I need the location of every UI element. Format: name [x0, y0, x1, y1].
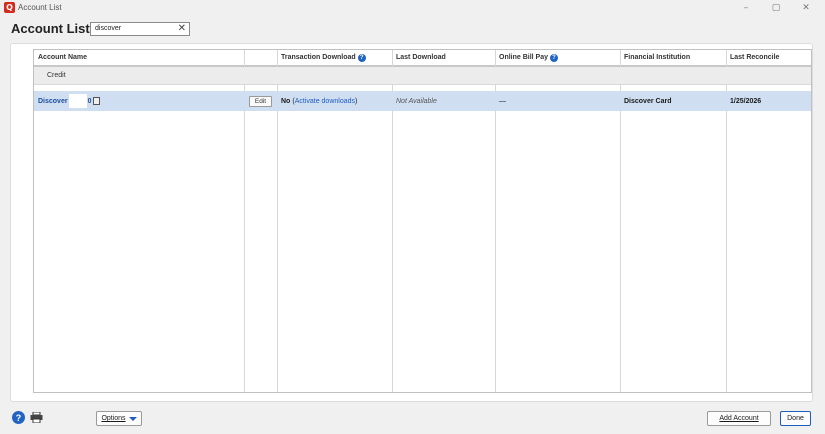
window-title: Account List: [18, 3, 62, 12]
options-label: Options: [101, 415, 126, 422]
search-input[interactable]: discover ✕: [90, 22, 190, 36]
search-value: discover: [95, 25, 122, 32]
bill-pay-cell: —: [499, 97, 506, 105]
column-header-last-download[interactable]: Last Download: [392, 50, 495, 66]
column-header-edit: [244, 50, 277, 66]
print-icon[interactable]: [30, 412, 43, 423]
account-grid: Account Name Transaction Download? Last …: [33, 49, 812, 393]
last-download-cell: Not Available: [396, 97, 437, 105]
done-label: Done: [787, 415, 804, 422]
transaction-download-cell: No (Activate downloads): [281, 97, 358, 105]
add-account-button[interactable]: Add Account: [707, 411, 771, 426]
account-suffix: 0: [87, 97, 92, 105]
minimize-icon[interactable]: –: [733, 1, 759, 15]
restore-icon[interactable]: ▢: [763, 1, 789, 15]
column-header-transaction-download[interactable]: Transaction Download?: [277, 50, 392, 66]
help-icon[interactable]: ?: [12, 411, 25, 424]
edit-button[interactable]: Edit: [248, 95, 273, 107]
column-header-last-reconcile[interactable]: Last Reconcile: [726, 50, 811, 66]
options-button[interactable]: Options: [96, 411, 142, 426]
institution-cell: Discover Card: [624, 97, 672, 105]
last-reconcile-cell: 1/25/2026: [730, 97, 762, 105]
add-account-label: Add Account: [719, 415, 759, 422]
column-header-account-name[interactable]: Account Name: [34, 50, 244, 66]
edit-cell: Edit: [244, 91, 277, 111]
chevron-down-icon: [128, 416, 137, 421]
activate-downloads-link[interactable]: Activate downloads: [295, 98, 355, 105]
table-row[interactable]: Discover 0 Edit No (Activate downloads) …: [34, 91, 811, 111]
done-button[interactable]: Done: [780, 411, 811, 426]
clear-search-icon[interactable]: ✕: [178, 23, 186, 35]
title-bar: Q Account List – ▢ ✕: [0, 0, 825, 16]
account-name[interactable]: Discover: [38, 98, 68, 105]
download-status: No: [281, 97, 291, 105]
app-logo-icon: Q: [4, 2, 15, 13]
group-row-credit: Credit: [34, 67, 811, 85]
account-name-cell[interactable]: Discover 0: [34, 91, 244, 111]
column-header-financial-institution[interactable]: Financial Institution: [620, 50, 726, 66]
help-icon[interactable]: ?: [357, 53, 366, 62]
column-header-online-bill-pay[interactable]: Online Bill Pay?: [495, 50, 620, 66]
redacted-block: [68, 94, 87, 108]
help-icon[interactable]: ?: [550, 53, 559, 62]
page-title: Account List: [11, 21, 90, 36]
account-note-icon[interactable]: [93, 97, 101, 105]
close-icon[interactable]: ✕: [793, 1, 819, 15]
account-list-panel: Account Name Transaction Download? Last …: [10, 43, 813, 402]
